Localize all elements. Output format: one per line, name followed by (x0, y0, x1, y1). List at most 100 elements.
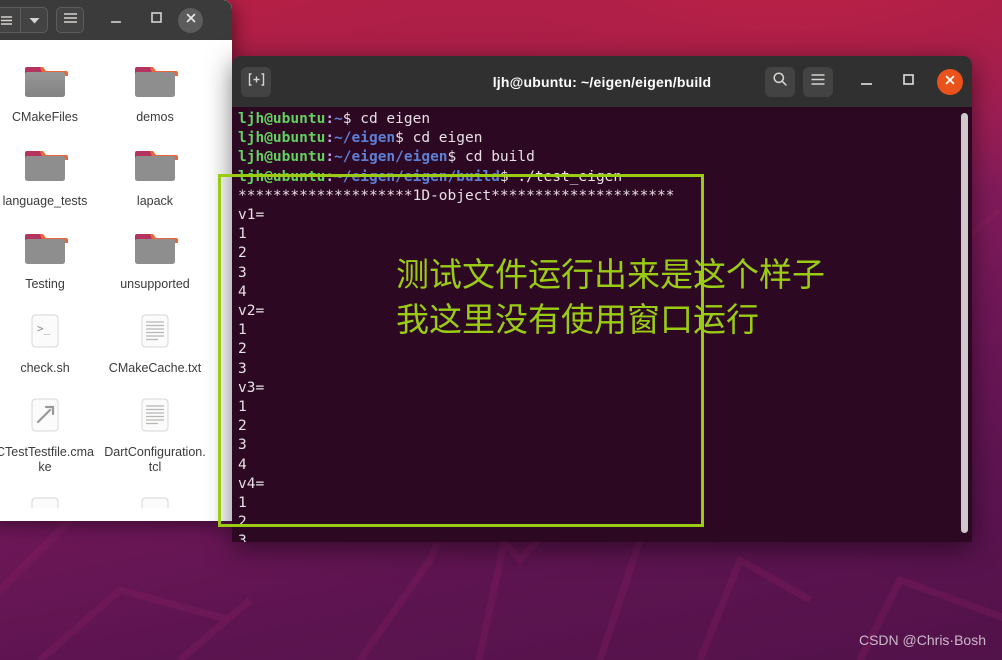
terminal-close-button[interactable] (937, 68, 963, 95)
minimize-icon (109, 11, 123, 29)
terminal-output-text: 3 (238, 360, 247, 377)
terminal-prompt-path: ~/eigen/eigen (334, 149, 448, 166)
terminal-prompt-command: $ ./test_eigen (499, 168, 623, 185)
maximize-icon (902, 73, 915, 91)
terminal-menu-button[interactable] (803, 66, 833, 97)
terminal-output-text: 1 (238, 322, 247, 339)
folder-icon (131, 140, 179, 188)
minimize-icon (859, 73, 874, 91)
terminal-output[interactable]: ljh@ubuntu:~$ cd eigen ljh@ubuntu:~/eigen… (232, 107, 972, 542)
text-file-icon (131, 490, 179, 508)
terminal-line: 2 (238, 513, 972, 532)
terminal-output-text: 3 (238, 437, 247, 454)
terminal-prompt-colon: : (325, 130, 335, 147)
terminal-output-text: 1 (238, 399, 247, 416)
terminal-line: 1 (238, 225, 972, 244)
terminal-window[interactable]: ljh@ubuntu: ~/eigen/eigen/build ljh@ubun… (232, 56, 972, 542)
terminal-minimize-button[interactable] (851, 67, 881, 97)
files-window[interactable]: CMakeFiles demos language_tests lapack T… (0, 0, 232, 521)
terminal-output-text: v4= (238, 475, 265, 492)
maximize-icon (150, 11, 163, 29)
terminal-prompt-command: $ cd eigen (395, 130, 483, 147)
terminal-new-tab-button[interactable] (241, 66, 271, 97)
terminal-line: ljh@ubuntu:~/eigen/eigen$ cd build (238, 148, 972, 167)
files-minimize-button[interactable] (102, 6, 130, 34)
text-file-icon (131, 307, 179, 355)
file-item-clipped[interactable] (0, 486, 100, 508)
folder-icon (131, 56, 179, 104)
terminal-output-text: 2 (238, 245, 247, 262)
terminal-prompt-command: $ cd eigen (342, 111, 431, 127)
file-item-lapack[interactable]: lapack (100, 136, 210, 216)
terminal-output-text: 1 (238, 226, 247, 243)
files-icon-grid[interactable]: CMakeFiles demos language_tests lapack T… (0, 40, 232, 521)
terminal-line: ********************1D-object***********… (238, 187, 972, 206)
file-item-ctesttestfile-cmake[interactable]: CTestTestfile.cmake (0, 387, 100, 482)
folder-icon (131, 223, 179, 271)
text-file-icon (21, 490, 69, 508)
files-menu-button[interactable] (56, 7, 84, 33)
terminal-search-button[interactable] (765, 66, 795, 97)
terminal-output-text: 1 (238, 495, 247, 512)
close-icon (944, 73, 956, 91)
terminal-prompt-colon: : (325, 111, 335, 127)
chevron-down-icon[interactable] (20, 8, 47, 32)
file-item-testing[interactable]: Testing (0, 219, 100, 299)
file-item-demos[interactable]: demos (100, 52, 210, 132)
terminal-line: 4 (238, 456, 972, 475)
files-maximize-button[interactable] (142, 6, 170, 34)
terminal-output-text: v1= (238, 207, 265, 224)
terminal-scrollbar[interactable] (961, 113, 968, 533)
list-icon[interactable] (0, 8, 20, 32)
file-item-label: CMakeCache.txt (108, 360, 202, 375)
file-item-label: CTestTestfile.cmake (0, 444, 94, 475)
terminal-line: 3 (238, 532, 972, 542)
terminal-prompt-command: $ cd build (447, 149, 535, 166)
terminal-line: 3 (238, 264, 972, 283)
terminal-line: 1 (238, 398, 972, 417)
new-tab-icon (248, 72, 265, 92)
terminal-output-text: 3 (238, 533, 247, 542)
terminal-prompt-colon: : (325, 149, 335, 166)
terminal-line: ljh@ubuntu:~/eigen/eigen/build$ ./test_e… (238, 168, 972, 187)
file-item-cmakefiles[interactable]: CMakeFiles (0, 52, 100, 132)
terminal-titlebar[interactable]: ljh@ubuntu: ~/eigen/eigen/build (232, 56, 972, 107)
files-close-button[interactable] (178, 7, 203, 33)
file-item-clipped[interactable] (100, 486, 210, 508)
file-item-label: DartConfiguration.tcl (104, 444, 206, 475)
terminal-output-text: 4 (238, 456, 247, 473)
folder-icon (21, 140, 69, 188)
file-item-label: unsupported (120, 277, 190, 292)
svg-text:>_: >_ (37, 322, 51, 335)
terminal-line: 1 (238, 494, 972, 513)
folder-icon (21, 56, 69, 104)
script-file-icon: >_ (21, 307, 69, 355)
file-item-dartconfiguration-tcl[interactable]: DartConfiguration.tcl (100, 387, 210, 482)
watermark: CSDN @Chris·Bosh (858, 632, 986, 648)
terminal-line: ljh@ubuntu:~/eigen$ cd eigen (238, 129, 972, 148)
terminal-output-text: 4 (238, 283, 247, 300)
terminal-line: ljh@ubuntu:~$ cd eigen (238, 110, 972, 129)
file-item-cmakecache-txt[interactable]: CMakeCache.txt (100, 303, 210, 383)
text-file-icon (131, 391, 179, 439)
file-item-label: Testing (25, 277, 65, 292)
file-item-check-sh[interactable]: >_ check.sh (0, 303, 100, 383)
file-item-unsupported[interactable]: unsupported (100, 219, 210, 299)
terminal-maximize-button[interactable] (893, 67, 923, 97)
file-item-label: demos (136, 110, 174, 124)
terminal-output-text: v3= (238, 379, 265, 396)
file-item-label: CMakeFiles (12, 110, 78, 124)
terminal-line: v1= (238, 206, 972, 225)
terminal-line: 2 (238, 417, 972, 436)
terminal-line: 2 (238, 340, 972, 359)
terminal-line: 3 (238, 436, 972, 455)
terminal-prompt-path: ~/eigen (334, 130, 396, 147)
terminal-prompt-path: ~/eigen/eigen/build (334, 168, 500, 185)
terminal-output-text: 2 (238, 418, 247, 435)
terminal-prompt-user: ljh@ubuntu (238, 130, 326, 147)
file-item-language-tests[interactable]: language_tests (0, 136, 100, 216)
files-titlebar[interactable] (0, 0, 232, 40)
terminal-line: 3 (238, 360, 972, 379)
files-nav-buttons[interactable] (0, 7, 48, 33)
terminal-output-text: ********************1D-object***********… (238, 187, 675, 204)
